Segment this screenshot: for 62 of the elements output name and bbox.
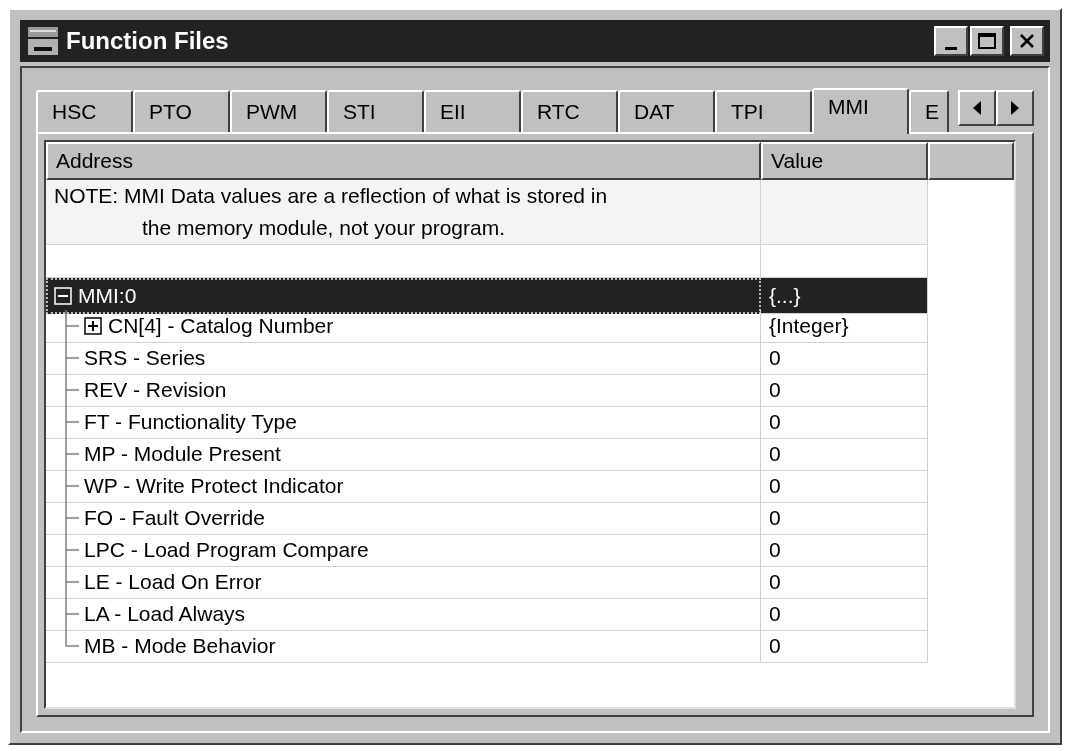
tree-connector (65, 310, 79, 342)
tab[interactable]: MMI (812, 88, 909, 134)
table-cell: {Integer} (761, 310, 928, 343)
table-cell: 0 (761, 470, 928, 503)
table-cell: 0 (761, 438, 928, 471)
tree-label: LA - Load Always (84, 601, 246, 628)
maximize-button[interactable] (970, 26, 1004, 56)
tree-connector (65, 470, 79, 502)
tab[interactable]: STI (327, 90, 424, 132)
close-icon (1019, 34, 1035, 48)
tree-connector (65, 438, 79, 470)
tree-label: CN[4] - Catalog Number (108, 313, 334, 340)
tree-row[interactable]: MMI:0 (46, 278, 761, 314)
tree-label: FT - Functionality Type (84, 409, 297, 436)
tree-label: MMI:0 (78, 283, 137, 309)
tab[interactable]: TPI (715, 90, 812, 132)
tree-label: FO - Fault Override (84, 505, 265, 532)
scroll-left-button[interactable] (958, 90, 996, 126)
tree-label: SRS - Series (84, 345, 206, 372)
table-cell: {...} (761, 278, 928, 314)
minimize-button[interactable] (934, 26, 968, 56)
right-arrow-icon (1011, 101, 1019, 115)
table-cell: 0 (761, 630, 928, 663)
tree-connector (65, 534, 79, 566)
collapse-icon[interactable] (54, 286, 72, 305)
left-arrow-icon (973, 101, 981, 115)
tree-connector (65, 374, 79, 406)
close-button[interactable] (1010, 26, 1044, 56)
note-text: NOTE: MMI Data values are a reflection of what is stored in (46, 180, 761, 213)
tree-connector (65, 342, 79, 374)
minimize-icon (945, 47, 957, 50)
tab[interactable]: PWM (230, 90, 327, 132)
tree-label: LPC - Load Program Compare (84, 537, 369, 564)
tree-label: WP - Write Protect Indicator (84, 473, 344, 500)
scroll-right-button[interactable] (996, 90, 1034, 126)
table-cell: 0 (761, 566, 928, 599)
table-cell: 0 (761, 598, 928, 631)
table-cell: 0 (761, 502, 928, 535)
note-text: the memory module, not your program. (46, 212, 761, 245)
maximize-icon (978, 33, 996, 49)
table-cell: 0 (761, 342, 928, 375)
tree-label: MP - Module Present (84, 441, 281, 468)
tab[interactable]: E (909, 90, 949, 132)
tab[interactable]: RTC (521, 90, 618, 132)
tab[interactable]: DAT (618, 90, 715, 132)
table-cell: 0 (761, 534, 928, 567)
table-cell: 0 (761, 374, 928, 407)
table-cell: 0 (761, 406, 928, 439)
tree-connector (65, 566, 79, 598)
tab[interactable]: EII (424, 90, 521, 132)
tab[interactable]: HSC (36, 90, 133, 132)
tree-connector (65, 406, 79, 438)
tree-label: MB - Mode Behavior (84, 633, 276, 659)
expand-icon[interactable] (84, 317, 102, 335)
tree-label: LE - Load On Error (84, 569, 262, 596)
tree-label: REV - Revision (84, 377, 227, 404)
column-header[interactable]: Address (46, 142, 761, 180)
printer-icon (26, 25, 60, 57)
tab[interactable]: PTO (133, 90, 230, 132)
column-header[interactable]: Value (761, 142, 928, 180)
tree-connector (65, 502, 79, 534)
window-title: Function Files (66, 26, 229, 56)
